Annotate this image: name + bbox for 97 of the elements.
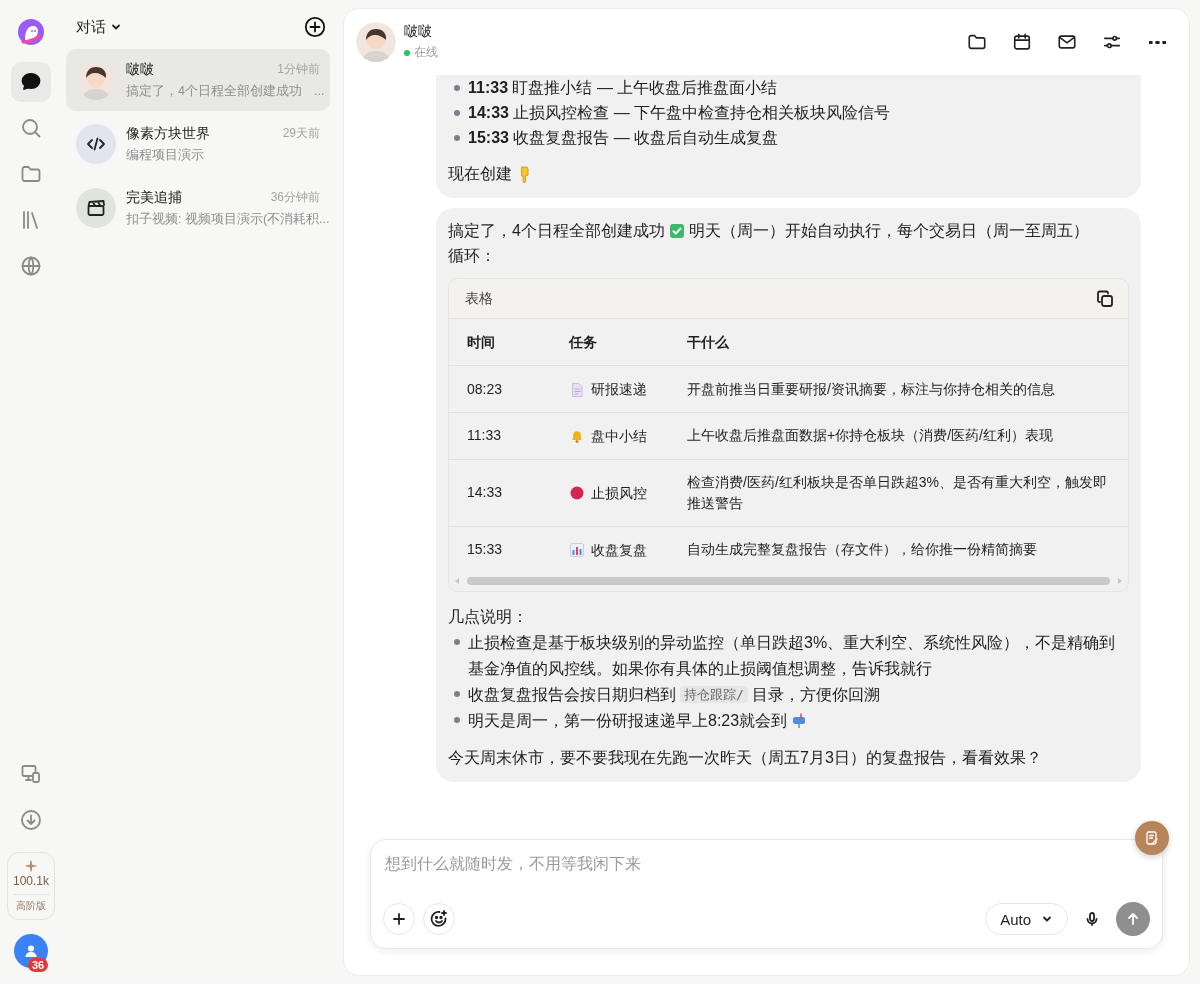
devices-icon bbox=[20, 763, 42, 785]
mail-icon bbox=[1057, 32, 1077, 52]
bell-icon bbox=[569, 428, 585, 445]
table-cell: 08:23 bbox=[449, 365, 553, 413]
ellipsis-text: ... bbox=[313, 84, 325, 98]
online-dot-icon bbox=[404, 49, 410, 56]
column-header: 时间 bbox=[449, 319, 553, 366]
list-item-text: 明天是周一，第一份研报速递早上8:23就会到 bbox=[468, 712, 788, 730]
status-text: 在线 bbox=[414, 44, 438, 61]
column-header: 干什么 bbox=[669, 319, 1128, 366]
search-icon bbox=[20, 117, 42, 139]
table-cell: 自动生成完整复盘报告（存文件），给你推一份精简摘要 bbox=[669, 526, 1128, 573]
table-cell: 收盘复盘 bbox=[591, 541, 647, 558]
folder-icon bbox=[20, 163, 42, 185]
conversation-time: 29天前 bbox=[282, 125, 320, 142]
scroll-right-icon bbox=[1116, 576, 1124, 585]
clapperboard-icon bbox=[85, 197, 107, 219]
chat-icon bbox=[20, 71, 42, 93]
column-header: 任务 bbox=[553, 319, 669, 366]
list-item-text: 15:33 收盘复盘报告 — 收盘后自动生成复盘 bbox=[468, 128, 779, 148]
plus-circle-icon bbox=[304, 16, 326, 38]
notes-button[interactable] bbox=[1135, 821, 1169, 855]
chat-nav-button[interactable] bbox=[11, 62, 51, 102]
table-cell: 11:33 bbox=[449, 412, 553, 460]
sparkle-icon bbox=[25, 860, 37, 872]
list-item-text: 收盘复盘报告会按日期归档到 bbox=[468, 686, 676, 704]
conversation-name: 啵啵 bbox=[126, 60, 154, 79]
table-cell: 15:33 bbox=[449, 526, 553, 573]
download-icon bbox=[20, 809, 42, 831]
notification-badge: 36 bbox=[28, 958, 49, 972]
copy-button[interactable] bbox=[1096, 289, 1114, 308]
bullet-icon bbox=[454, 638, 460, 645]
message-text: 搞定了，4个日程全部创建成功 bbox=[448, 221, 665, 242]
document-icon bbox=[569, 381, 585, 398]
bullet-icon bbox=[454, 110, 460, 116]
list-item-text: 11:33 盯盘推小结 — 上午收盘后推盘面小结 bbox=[468, 78, 778, 98]
table-cell: 上午收盘后推盘面数据+你持仓板块（消费/医药/红利）表现 bbox=[669, 412, 1128, 460]
circle-icon bbox=[569, 485, 585, 502]
conversation-name: 像素方块世界 bbox=[126, 124, 210, 143]
list-item-text: 目录，方便你回溯 bbox=[751, 686, 880, 704]
arrow-up-icon bbox=[1125, 911, 1141, 927]
check-icon bbox=[668, 222, 685, 239]
smiley-icon bbox=[430, 910, 448, 928]
conversation-item[interactable]: 像素方块世界 29天前 编程项目演示 bbox=[66, 113, 330, 175]
credit-amount: 100.1k bbox=[13, 874, 49, 895]
conversation-item[interactable]: 完美追捕 36分钟前 扣子视频: 视频项目演示(不消耗积... bbox=[66, 177, 330, 239]
globe-icon bbox=[20, 255, 42, 277]
more-icon bbox=[1148, 40, 1166, 44]
table-cell: 14:33 bbox=[449, 459, 553, 527]
calendar-icon bbox=[1012, 32, 1032, 52]
inline-code: 持仓跟踪/ bbox=[680, 686, 748, 704]
section-label: 几点说明： bbox=[448, 606, 529, 627]
message-text: 明天（周一）开始自动执行，每个交易日（周一至周五） bbox=[688, 221, 1089, 242]
conversation-preview: 搞定了，4个日程全部创建成功 bbox=[126, 82, 302, 100]
table-title: 表格 bbox=[465, 289, 493, 309]
bar-chart-icon bbox=[569, 542, 585, 559]
message-text: 循环： bbox=[448, 246, 496, 267]
bullet-icon bbox=[454, 717, 460, 724]
plan-label: 高阶版 bbox=[16, 899, 46, 913]
bullet-icon bbox=[454, 85, 460, 91]
conversation-time: 1分钟前 bbox=[277, 61, 320, 78]
conversation-time: 36分钟前 bbox=[270, 189, 320, 206]
message-text: 今天周末休市，要不要我现在先跑一次昨天（周五7月3日）的复盘报告，看看效果？ bbox=[448, 749, 1042, 766]
list-item-text: 止损检查是基于板块级别的异动监控（单日跌超3%、重大利空、系统性风险），不是精确到基金净值的风控线。如果你有具体的止损阈值想调整，告诉我就行 bbox=[468, 633, 1116, 678]
plus-icon bbox=[391, 911, 407, 927]
credits-card[interactable]: 100.1k 高阶版 bbox=[7, 852, 55, 920]
contact-name: 啵啵 bbox=[404, 23, 433, 41]
avatar bbox=[356, 22, 396, 62]
bullet-icon bbox=[454, 691, 460, 698]
microphone-icon bbox=[1084, 911, 1100, 927]
logo-icon bbox=[17, 18, 45, 46]
conversation-name: 完美追捕 bbox=[126, 188, 182, 207]
profile-avatar[interactable] bbox=[14, 934, 48, 968]
conversation-preview: 扣子视频: 视频项目演示(不消耗积... bbox=[126, 210, 330, 228]
message-input[interactable]: 想到什么就随时发，不用等我闲下来 Auto bbox=[370, 839, 1163, 949]
table-cell: 止损风控 bbox=[591, 484, 647, 501]
mailbox-icon bbox=[791, 713, 808, 730]
chevron-down-icon bbox=[111, 22, 121, 32]
new-chat-button[interactable] bbox=[304, 16, 326, 38]
message-text: 现在创建 bbox=[448, 165, 512, 183]
table-cell: 检查消费/医药/红利板块是否单日跌超3%、是否有重大利空，触发即推送警告 bbox=[669, 459, 1128, 527]
list-item-text: 14:33 止损风控检查 — 下午盘中检查持仓相关板块风险信号 bbox=[468, 103, 891, 123]
note-edit-icon bbox=[1144, 830, 1160, 846]
table-cell: 盘中小结 bbox=[591, 427, 647, 444]
conversation-item[interactable]: 啵啵 1分钟前 搞定了，4个日程全部创建成功 ... bbox=[66, 49, 330, 111]
conversations-dropdown[interactable]: 对话 bbox=[76, 17, 121, 37]
folder-icon bbox=[967, 32, 987, 52]
conversation-preview: 编程项目演示 bbox=[126, 146, 204, 164]
bullet-icon bbox=[454, 135, 460, 141]
copy-icon bbox=[1096, 289, 1114, 308]
send-button[interactable] bbox=[1116, 902, 1150, 936]
scrollbar-thumb[interactable] bbox=[467, 576, 1110, 585]
table-cell: 研报速递 bbox=[591, 381, 647, 398]
table-cell: 开盘前推当日重要研报/资讯摘要，标注与你持仓相关的信息 bbox=[669, 365, 1128, 413]
scroll-left-icon bbox=[453, 576, 461, 585]
avatar bbox=[76, 60, 116, 100]
person-icon bbox=[24, 944, 38, 958]
